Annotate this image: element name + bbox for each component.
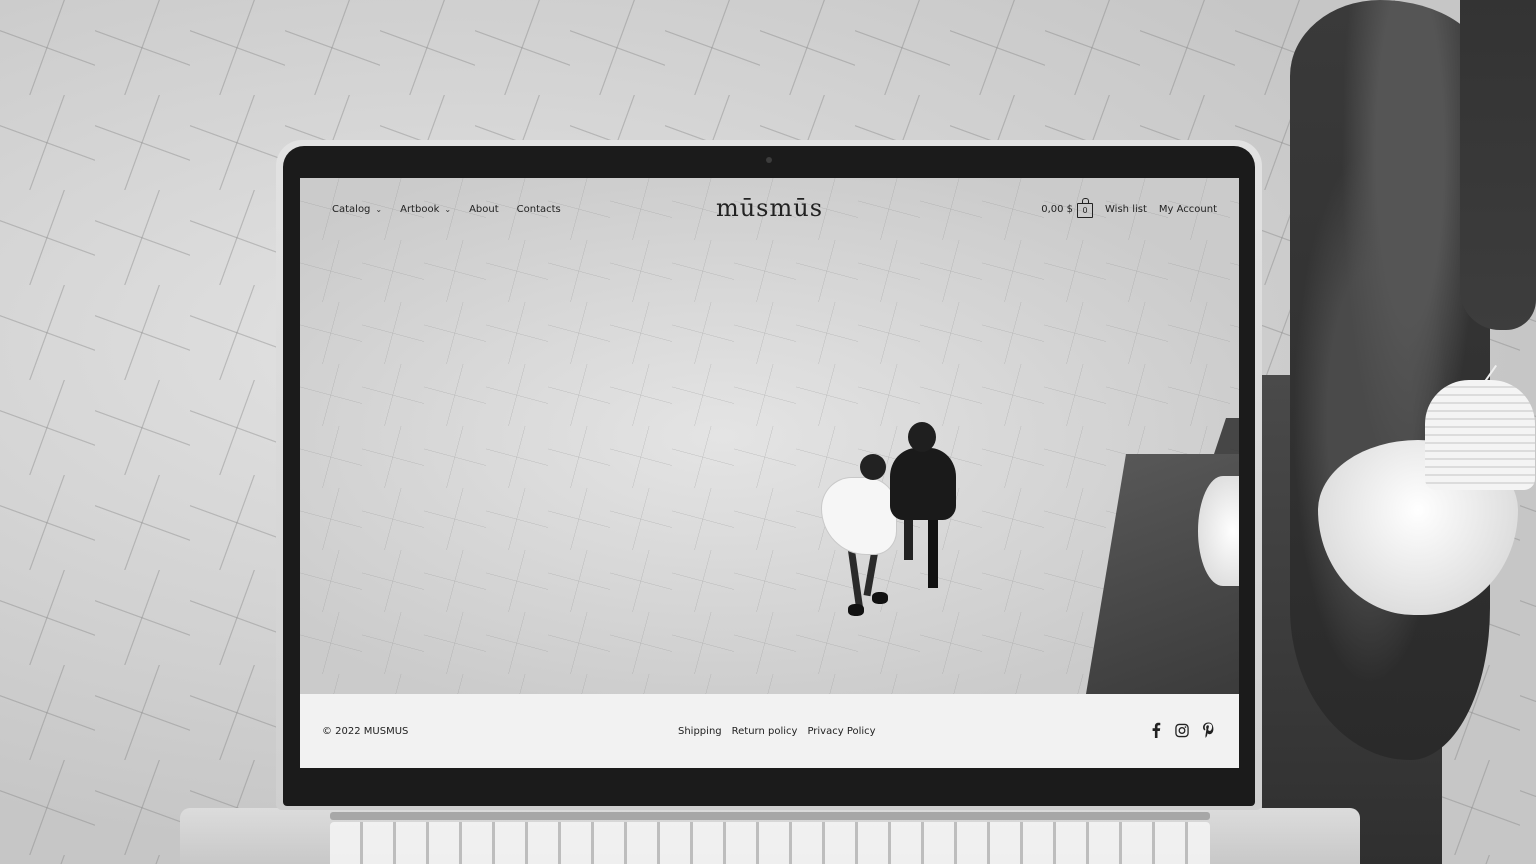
cart-button[interactable]: 0,00 $ 0	[1041, 198, 1094, 218]
social-links	[1149, 722, 1215, 738]
facebook-icon[interactable]	[1149, 722, 1163, 738]
hero-image: Catalog ⌄ Artbook ⌄ About Contacts mūsmū…	[300, 178, 1239, 694]
footer-link-return-policy[interactable]: Return policy	[732, 726, 798, 737]
pinterest-icon[interactable]	[1201, 722, 1215, 738]
website-screen: Catalog ⌄ Artbook ⌄ About Contacts mūsmū…	[300, 178, 1239, 768]
shopping-bag-icon: 0	[1077, 198, 1094, 218]
cart-count: 0	[1082, 206, 1088, 215]
laptop-camera	[766, 157, 772, 163]
site-footer: © 2022 MUSMUS Shipping Return policy Pri…	[300, 694, 1239, 768]
footer-links: Shipping Return policy Privacy Policy	[678, 726, 876, 737]
my-account-link[interactable]: My Account	[1159, 204, 1217, 215]
model-white-dress	[822, 454, 896, 624]
model-black-dress	[890, 422, 960, 592]
footer-link-shipping[interactable]: Shipping	[678, 726, 722, 737]
footer-link-privacy-policy[interactable]: Privacy Policy	[807, 726, 875, 737]
cart-total: 0,00 $	[1041, 203, 1074, 215]
wishlist-link[interactable]: Wish list	[1105, 204, 1147, 215]
header-actions: 0,00 $ 0 Wish list My Account	[1041, 198, 1217, 218]
instagram-icon[interactable]	[1175, 722, 1189, 738]
laptop-keyboard	[330, 822, 1210, 864]
pendant-lamp-top	[1425, 380, 1535, 490]
bronze-sculpture-top	[1460, 0, 1536, 330]
laptop-touchbar	[330, 812, 1210, 820]
copyright-text: © 2022 MUSMUS	[322, 726, 409, 737]
